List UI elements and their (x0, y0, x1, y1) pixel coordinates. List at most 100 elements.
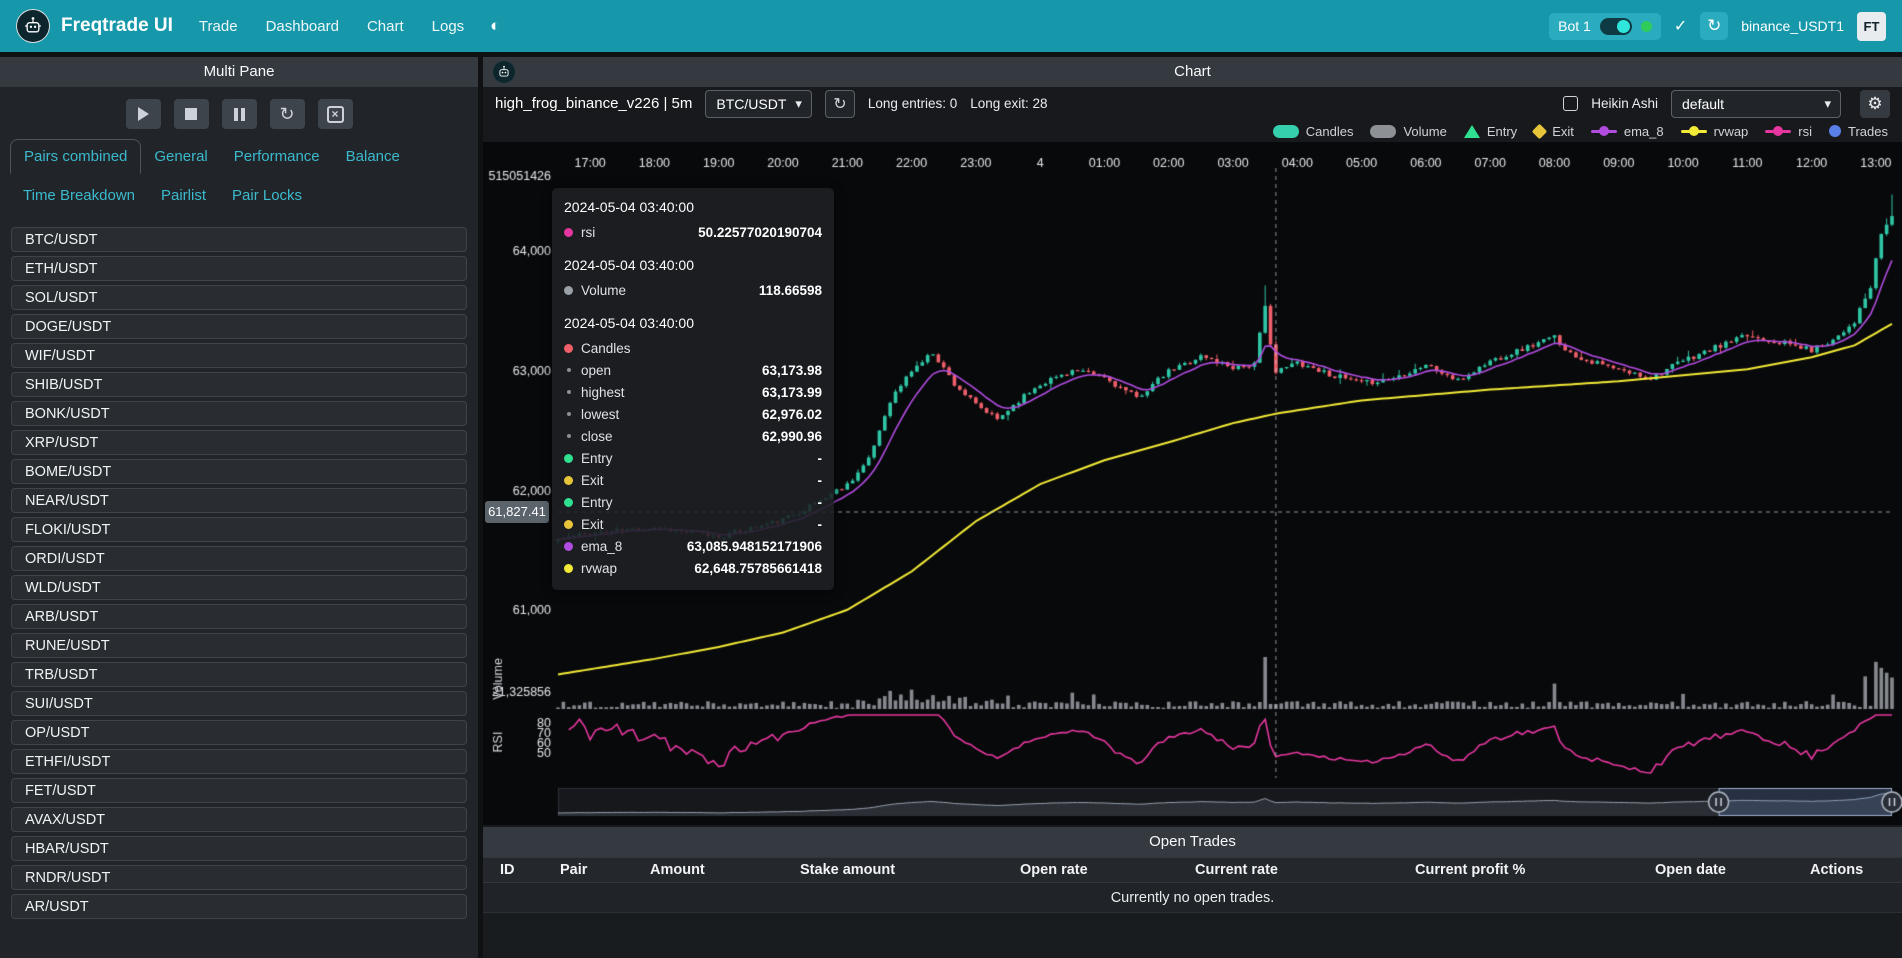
bullet-icon (567, 434, 571, 438)
plot-config-value: default (1682, 96, 1724, 112)
tooltip-label: Exit (581, 473, 604, 488)
stop-icon (185, 108, 197, 120)
legend-label: ema_8 (1624, 124, 1664, 139)
global-refresh-button[interactable]: ↻ (1700, 12, 1728, 40)
pair-item-rune-usdt[interactable]: RUNE/USDT (11, 633, 467, 658)
chart-refresh-button[interactable]: ↻ (825, 90, 855, 118)
check-icon: ✓ (1674, 16, 1687, 36)
user-avatar[interactable]: FT (1857, 12, 1886, 41)
legend-item-entry[interactable]: Entry (1464, 124, 1517, 139)
nav-link-logs[interactable]: Logs (432, 18, 465, 35)
tab-performance[interactable]: Performance (221, 139, 333, 174)
tooltip-value: 62,990.96 (762, 429, 822, 444)
nav-link-trade[interactable]: Trade (199, 18, 238, 35)
legend-label: rsi (1798, 124, 1812, 139)
series-dot-icon (564, 228, 573, 237)
legend-item-rsi[interactable]: rsi (1765, 124, 1812, 139)
legend-item-trades[interactable]: Trades (1829, 124, 1888, 139)
plot-settings-button[interactable]: ⚙ (1860, 90, 1890, 118)
chevron-down-icon: ▾ (1824, 96, 1831, 112)
column-header-open-date: Open date (1655, 862, 1810, 878)
nav-links: Trade Dashboard Chart Logs (199, 18, 464, 35)
pair-item-rndr-usdt[interactable]: RNDR/USDT (11, 865, 467, 890)
nav-link-chart[interactable]: Chart (367, 18, 404, 35)
pair-item-op-usdt[interactable]: OP/USDT (11, 720, 467, 745)
legend-item-volume[interactable]: Volume (1370, 124, 1446, 139)
pair-item-bonk-usdt[interactable]: BONK/USDT (11, 401, 467, 426)
chart-tooltip: 2024-05-04 03:40:00rsi50.225770201907042… (552, 188, 834, 590)
play-button[interactable] (126, 99, 161, 129)
pair-item-floki-usdt[interactable]: FLOKI/USDT (11, 517, 467, 542)
brand[interactable]: Freqtrade UI (16, 9, 173, 43)
tooltip-label: Candles (581, 341, 631, 356)
pair-item-near-usdt[interactable]: NEAR/USDT (11, 488, 467, 513)
pair-item-bome-usdt[interactable]: BOME/USDT (11, 459, 467, 484)
legend-item-candles[interactable]: Candles (1273, 124, 1354, 139)
pair-item-sui-usdt[interactable]: SUI/USDT (11, 691, 467, 716)
main-area: Chart high_frog_binance_v226 | 5m BTC/US… (483, 57, 1902, 958)
brand-title: Freqtrade UI (61, 15, 173, 37)
exit-legend-marker-icon (1532, 123, 1548, 139)
pair-item-arb-usdt[interactable]: ARB/USDT (11, 604, 467, 629)
tooltip-label: rsi (581, 225, 595, 240)
pair-item-shib-usdt[interactable]: SHIB/USDT (11, 372, 467, 397)
bot-name: Bot 1 (1558, 18, 1591, 34)
tooltip-value: 118.66598 (759, 283, 822, 298)
pair-item-fet-usdt[interactable]: FET/USDT (11, 778, 467, 803)
legend-item-exit[interactable]: Exit (1534, 124, 1574, 139)
pair-item-xrp-usdt[interactable]: XRP/USDT (11, 430, 467, 455)
pair-item-eth-usdt[interactable]: ETH/USDT (11, 256, 467, 281)
bullet-icon (567, 412, 571, 416)
tooltip-row-highest: highest63,173.99 (564, 381, 822, 403)
tooltip-value: 63,173.99 (762, 385, 822, 400)
pair-item-doge-usdt[interactable]: DOGE/USDT (11, 314, 467, 339)
long-exit-stat: Long exit: 28 (970, 96, 1047, 111)
tooltip-label: lowest (581, 407, 619, 422)
volume-legend-marker-icon (1370, 125, 1396, 138)
tab-balance[interactable]: Balance (333, 139, 413, 174)
legend-item-rvwap[interactable]: rvwap (1681, 124, 1749, 139)
pair-item-hbar-usdt[interactable]: HBAR/USDT (11, 836, 467, 861)
stop-button[interactable] (174, 99, 209, 129)
pair-item-wld-usdt[interactable]: WLD/USDT (11, 575, 467, 600)
pause-button[interactable] (222, 99, 257, 129)
heikin-ashi-checkbox[interactable] (1563, 96, 1578, 111)
clear-chart-button[interactable]: × (318, 99, 353, 129)
series-dot-icon (564, 476, 573, 485)
tab-pairlist[interactable]: Pairlist (148, 178, 219, 213)
tooltip-date: 2024-05-04 03:40:00 (564, 315, 822, 331)
tooltip-row-open: open63,173.98 (564, 359, 822, 381)
tab-general[interactable]: General (141, 139, 220, 174)
rvwap-legend-marker-icon (1681, 130, 1707, 133)
tooltip-row-exit: Exit- (564, 469, 822, 491)
tab-pairs-combined[interactable]: Pairs combined (10, 139, 141, 174)
plot-config-select[interactable]: default ▾ (1671, 90, 1841, 118)
exchange-account-label: binance_USDT1 (1741, 18, 1844, 34)
pair-item-ordi-usdt[interactable]: ORDI/USDT (11, 546, 467, 571)
tooltip-row-exit: Exit- (564, 513, 822, 535)
reload-button[interactable]: ↻ (270, 99, 305, 129)
pair-item-wif-usdt[interactable]: WIF/USDT (11, 343, 467, 368)
freqtrade-robot-icon (16, 9, 50, 43)
pair-select[interactable]: BTC/USDT ▾ (705, 90, 812, 118)
tab-pair-locks[interactable]: Pair Locks (219, 178, 315, 213)
theme-toggle-icon[interactable]: ◐ (490, 16, 500, 36)
pair-item-trb-usdt[interactable]: TRB/USDT (11, 662, 467, 687)
chart-panel-title: Chart (1174, 63, 1211, 80)
bot-selector[interactable]: Bot 1 (1549, 13, 1661, 40)
play-icon (138, 107, 149, 121)
tooltip-label: Exit (581, 517, 604, 532)
nav-link-dashboard[interactable]: Dashboard (266, 18, 339, 35)
pair-item-ar-usdt[interactable]: AR/USDT (11, 894, 467, 919)
pair-item-sol-usdt[interactable]: SOL/USDT (11, 285, 467, 310)
pair-list: BTC/USDT ETH/USDT SOL/USDT DOGE/USDT WIF/USD… (0, 227, 478, 919)
series-dot-icon (564, 286, 573, 295)
pair-item-btc-usdt[interactable]: BTC/USDT (11, 227, 467, 252)
tab-time-breakdown[interactable]: Time Breakdown (10, 178, 148, 213)
pair-item-ethfi-usdt[interactable]: ETHFI/USDT (11, 749, 467, 774)
bot-toggle[interactable] (1600, 18, 1632, 35)
refresh-icon: ↻ (833, 94, 846, 114)
pair-item-avax-usdt[interactable]: AVAX/USDT (11, 807, 467, 832)
legend-item-ema_8[interactable]: ema_8 (1591, 124, 1664, 139)
legend-label: Exit (1552, 124, 1574, 139)
